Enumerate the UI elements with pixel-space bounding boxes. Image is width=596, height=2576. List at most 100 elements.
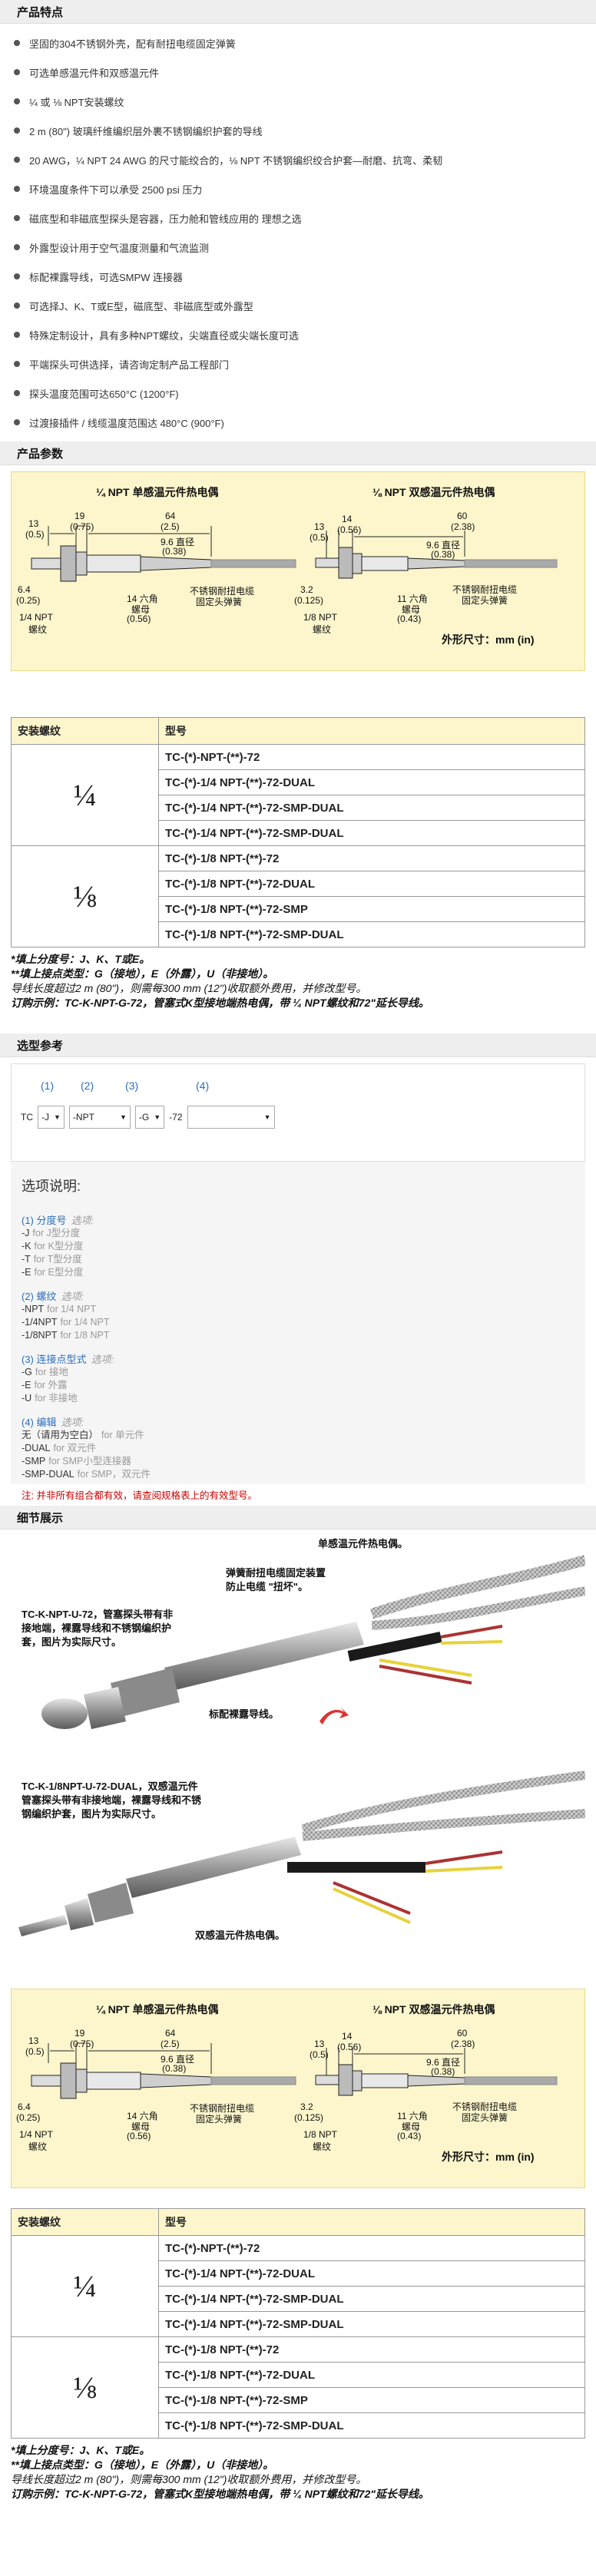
feature-item: 标配裸露导线，可选SMPW 连接器 — [0, 262, 596, 291]
dimension-label: 固定头弹簧 — [196, 2114, 243, 2125]
dimension-label: (2.5) — [161, 521, 180, 532]
dimension-label: (2.38) — [451, 2039, 475, 2049]
sel-num-4: (4) — [196, 1080, 210, 1092]
option-code: 无（请用为空白） — [22, 1430, 99, 1440]
option-code: -E — [22, 1267, 31, 1278]
thread-size-cell: ¼ — [11, 2235, 159, 2337]
bullet-icon — [14, 40, 20, 46]
thermocouple-type-select[interactable]: -J ▼ — [38, 1106, 65, 1129]
option-group-heading: (2) 螺纹 选项: — [22, 1288, 574, 1303]
dimension-label: (0.125) — [294, 595, 324, 606]
dimension-diagram-2: ¼ NPT 单感温元件热电偶 13 (0.5) 19 (0.75) 64 (2.5) 9.6 … — [11, 1989, 585, 2188]
dimension-label: 14 — [342, 2031, 353, 2042]
thread-size-cell: ¼ — [11, 744, 159, 846]
model-cell: TC-(*)-1/8 NPT-(**)-72-DUAL — [158, 871, 585, 897]
feature-item: 探头温度范围可达650°C (1200°F) — [0, 379, 596, 408]
table-row: ⅛ TC-(*)-1/8 NPT-(**)-72 — [11, 845, 585, 947]
junction-select[interactable]: -G ▼ — [134, 1106, 165, 1129]
chevron-down-icon: ▼ — [54, 1113, 61, 1121]
sel-num-3: (3) — [125, 1080, 139, 1092]
option-group-hint: 选项: — [91, 1354, 114, 1365]
dimension-label: 13 — [28, 2035, 39, 2046]
option-group-hint: 选项: — [61, 1291, 84, 1302]
dimension-label: 外形尺寸：mm (in) — [442, 633, 535, 646]
dimension-label: (0.56) — [337, 2042, 362, 2052]
model-cell: TC-(*)-NPT-(**)-72 — [158, 744, 585, 770]
dimension-label: (0.56) — [127, 613, 151, 624]
model-cell: TC-(*)-1/4 NPT-(**)-72-DUAL — [158, 769, 585, 795]
dimension-label: (0.43) — [397, 613, 422, 624]
dimension-label: (0.125) — [294, 2112, 324, 2123]
dimension-diagram: ¼ NPT 单感温元件热电偶 13 (0.5) 19 (0.75) 64 (2.5) 9.6 … — [11, 471, 585, 671]
dimension-label: (0.75) — [70, 521, 94, 532]
dimension-label: 60 — [457, 511, 468, 521]
option-line: -1/4NPT for 1/4 NPT — [22, 1316, 574, 1329]
table-header-row: 安装螺纹 型号 — [11, 717, 585, 745]
model-cell: TC-(*)-1/4 NPT-(**)-72-SMP-DUAL — [158, 795, 585, 821]
model-cell: TC-(*)-1/8 NPT-(**)-72-SMP — [158, 896, 585, 922]
selector-heading-text: 选型参考 — [17, 1039, 64, 1053]
feature-text: 外露型设计用于空气温度测量和气流监测 — [29, 242, 210, 254]
table-row: ¼ TC-(*)-NPT-(**)-72 — [11, 744, 585, 846]
option-desc: for J型分度 — [32, 1228, 81, 1238]
caption-spring: 弹簧耐扭电缆固定装置防止电缆 "扭坏"。 — [226, 1567, 326, 1592]
bullet-icon — [14, 98, 20, 104]
option-line: -U for 非接地 — [22, 1392, 574, 1405]
dimension-label: 64 — [165, 2028, 176, 2039]
bullet-icon — [14, 127, 20, 134]
feature-text: 20 AWG，¼ NPT 24 AWG 的尺寸能绞合的，⅛ NPT 不锈钢编织绞… — [29, 154, 443, 167]
option-line: -E for 外露 — [22, 1379, 574, 1392]
feature-item: 可选单感温元件和双感温元件 — [0, 58, 596, 87]
dimension-label: 13 — [314, 521, 325, 532]
bullet-icon — [14, 69, 20, 75]
dimension-label: 14 — [342, 514, 353, 524]
option-code: -E — [22, 1380, 31, 1391]
option-line: -T for T型分度 — [22, 1253, 574, 1266]
option-line: -DUAL for 双元件 — [22, 1442, 574, 1455]
option-select[interactable]: ▼ — [187, 1106, 275, 1129]
option-group-heading: (1) 分度号 选项: — [22, 1212, 574, 1227]
feature-text: 特殊定制设计，具有多种NPT螺纹，尖端直径或尖端长度可选 — [29, 329, 300, 342]
option-group-heading: (3) 连接点型式 选项: — [22, 1351, 574, 1366]
note-4: 订购示例：TC-K-NPT-G-72，管塞式K型接地端热电偶，带 ¼ NPT螺纹… — [11, 2488, 429, 2500]
note-3: 导线长度超过2 m (80")，则需每300 mm (12")收取额外费用，并修… — [11, 982, 367, 994]
option-group-heading: (4) 编辑 选项: — [22, 1414, 574, 1429]
feature-text: ¼ 或 ⅛ NPT安装螺纹 — [29, 96, 124, 108]
option-group-hint: 选项: — [61, 1417, 84, 1428]
dimension-label: 3.2 — [300, 2101, 313, 2112]
dimension-label: 固定头弹簧 — [196, 597, 243, 607]
dimension-label: (0.5) — [25, 529, 45, 540]
thread-select[interactable]: -NPT ▼ — [68, 1106, 131, 1129]
option-desc: for SMP，双元件 — [77, 1469, 151, 1480]
chevron-down-icon: ▼ — [263, 1113, 271, 1121]
option-code: -1/8NPT — [22, 1330, 58, 1341]
option-code: -J — [22, 1228, 30, 1238]
feature-item: 过渡接插件 / 线缆温度范围达 480°C (900°F) — [0, 408, 596, 437]
dimension-label: 1/4 NPT — [19, 612, 54, 623]
option-code: -SMP-DUAL — [22, 1469, 74, 1480]
feature-item: 特殊定制设计，具有多种NPT螺纹，尖端直径或尖端长度可选 — [0, 320, 596, 349]
feature-item: 环境温度条件下可以承受 2500 psi 压力 — [0, 174, 596, 203]
dimension-label: 13 — [314, 2039, 325, 2049]
option-desc: for 外露 — [34, 1380, 68, 1391]
table-header-row: 安装螺纹 型号 — [11, 2208, 585, 2236]
dimension-label: 19 — [74, 2028, 85, 2039]
column-header: 型号 — [158, 2208, 585, 2236]
dimension-label: 1/4 NPT — [19, 2129, 54, 2140]
bullet-icon — [14, 419, 20, 425]
option-desc: for 1/8 NPT — [60, 1330, 110, 1341]
model-cell: TC-(*)-NPT-(**)-72 — [158, 2235, 585, 2261]
caption-dual: 双感温元件热电偶。 — [195, 1930, 286, 1941]
dimension-label: (0.56) — [337, 524, 362, 535]
dimension-label: (0.56) — [127, 2131, 151, 2141]
note-2: **填上接点类型：G（接地），E（外露），U（非接地）。 — [11, 2459, 274, 2471]
feature-text: 平端探头可供选择，请咨询定制产品工程部门 — [29, 359, 230, 371]
photo-single-probe: 单感温元件热电偶。 弹簧耐扭电缆固定装置防止电缆 "扭坏"。 TC-K-NPT-… — [11, 1529, 587, 1760]
model-cell: TC-(*)-1/4 NPT-(**)-72-SMP-DUAL — [158, 2286, 585, 2312]
dimension-label: (0.25) — [16, 595, 41, 606]
dimension-label: 19 — [74, 511, 85, 521]
column-header: 安装螺纹 — [11, 717, 159, 745]
bullet-icon — [14, 361, 20, 367]
option-code: -G — [22, 1367, 32, 1377]
feature-text: 探头温度范围可达650°C (1200°F) — [29, 388, 179, 400]
